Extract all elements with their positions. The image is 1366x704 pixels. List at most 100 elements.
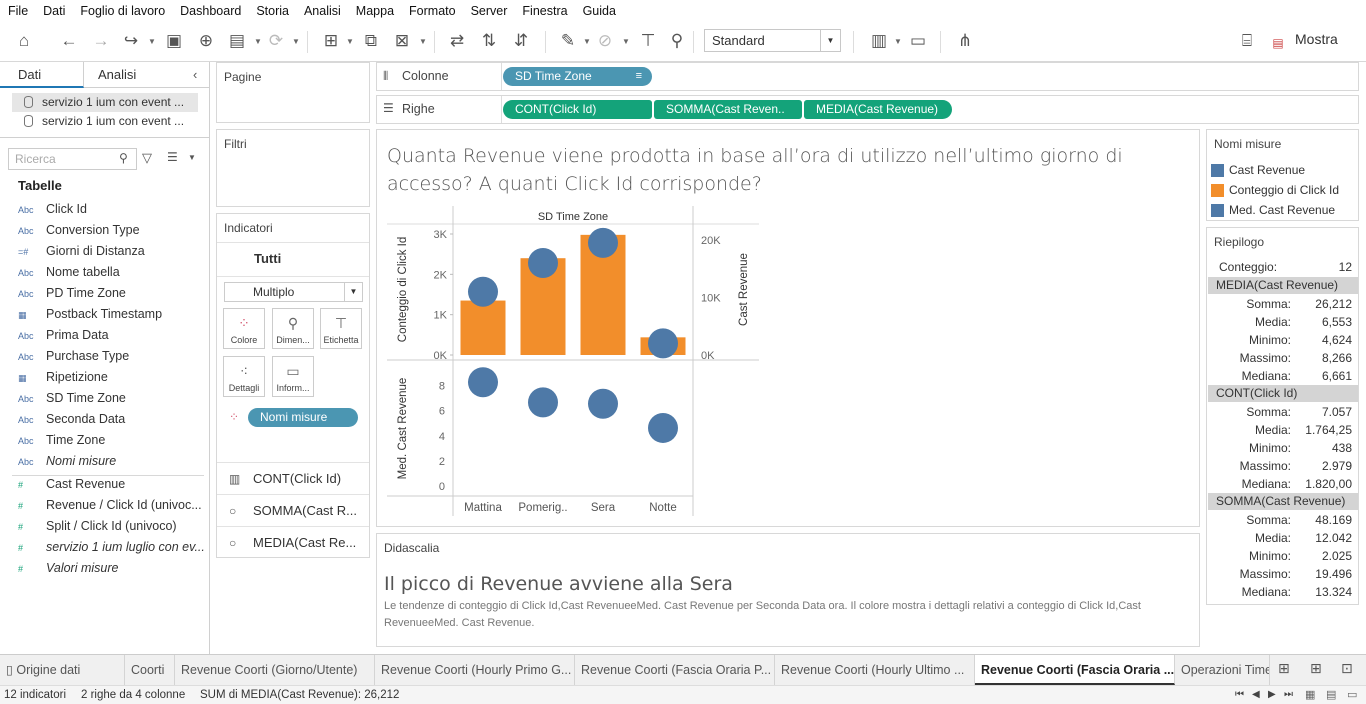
chevron-down-icon[interactable]: ▼ xyxy=(292,37,300,46)
menu-item[interactable]: Foglio di lavoro xyxy=(80,4,165,18)
field-item[interactable]: Abc Nome tabella xyxy=(18,262,206,282)
menu-item[interactable]: Mappa xyxy=(356,4,394,18)
datasource-item[interactable]: servizio 1 ium con event ... xyxy=(12,93,198,112)
columns-pill-sd-time-zone[interactable]: SD Time Zone ≡ xyxy=(503,67,652,86)
legend-item[interactable]: Conteggio di Click Id xyxy=(1211,180,1339,200)
label-button[interactable]: ⊤ Etichetta xyxy=(320,308,362,349)
field-item[interactable]: Abc Seconda Data xyxy=(18,409,206,429)
mark-type-select[interactable]: Multiplo ▼ xyxy=(224,282,363,302)
view-mode-select[interactable]: Standard ▼ xyxy=(704,29,841,52)
pages-card[interactable]: Pagine xyxy=(216,62,370,123)
field-item[interactable]: Abc Prima Data xyxy=(18,325,206,345)
prev-page-icon[interactable]: ◀ xyxy=(1252,686,1260,704)
field-item[interactable]: Abc Time Zone xyxy=(18,430,206,450)
presentation-icon[interactable]: ▭ xyxy=(907,30,929,52)
rows-pill-avg[interactable]: MEDIA(Cast Revenue) xyxy=(804,100,952,119)
tab-datasource[interactable]: ▯ Origine dati xyxy=(0,655,125,685)
filter-icon[interactable]: ▽ xyxy=(142,150,152,166)
field-item[interactable]: Abc Nomi misure xyxy=(18,451,206,471)
menu-item[interactable]: File xyxy=(8,4,28,18)
field-item[interactable]: Abc SD Time Zone xyxy=(18,388,206,408)
field-item[interactable]: ▦ Postback Timestamp xyxy=(18,304,206,324)
sheet-tab[interactable]: Revenue Coorti (Giorno/Utente) xyxy=(175,655,375,685)
field-item[interactable]: =# Giorni di Distanza xyxy=(18,241,206,261)
new-datasource-icon[interactable]: ⊕ xyxy=(195,30,217,52)
sheet-tab[interactable]: Revenue Coorti (Fascia Oraria P... xyxy=(575,655,775,685)
menu-item[interactable]: Guida xyxy=(583,4,616,18)
duplicate-sheet-icon[interactable]: ⧉ xyxy=(360,30,382,52)
field-item[interactable]: ▦ Ripetizione xyxy=(18,367,206,387)
save-icon[interactable]: ▣ xyxy=(163,30,185,52)
menu-item[interactable]: Finestra xyxy=(522,4,567,18)
menu-item[interactable]: Formato xyxy=(409,4,456,18)
share-icon[interactable]: ⋔ xyxy=(954,30,976,52)
new-story-icon[interactable]: ⊡ xyxy=(1341,660,1353,677)
rows-pill-sum[interactable]: SOMMA(Cast Reven.. xyxy=(654,100,802,119)
field-item[interactable]: # Valori misure xyxy=(18,558,206,578)
menu-item[interactable]: Analisi xyxy=(304,4,341,18)
sheet-tab[interactable]: Revenue Coorti (Fascia Oraria ... xyxy=(975,655,1175,685)
new-dashboard-icon[interactable]: ⊞ xyxy=(1310,660,1322,677)
pause-updates-icon[interactable]: ▤ xyxy=(226,30,248,52)
field-item[interactable]: Abc Click Id xyxy=(18,199,206,219)
color-pill[interactable]: Nomi misure xyxy=(248,408,358,427)
last-page-icon[interactable]: ⏭ xyxy=(1284,686,1293,704)
rows-shelf[interactable]: ☰ Righe CONT(Click Id) SOMMA(Cast Reven.… xyxy=(376,95,1359,124)
marks-row-sum[interactable]: ○ SOMMA(Cast R... xyxy=(217,494,369,526)
chevron-down-icon[interactable]: ▼ xyxy=(583,37,591,46)
chevron-down-icon[interactable]: ▼ xyxy=(188,153,196,162)
menu-item[interactable]: Server xyxy=(471,4,508,18)
tooltip-button[interactable]: ▭ Inform... xyxy=(272,356,314,397)
menu-item[interactable]: Dashboard xyxy=(180,4,241,18)
marks-all-tab[interactable]: Tutti xyxy=(254,251,281,266)
menu-item[interactable]: Storia xyxy=(256,4,289,18)
field-item[interactable]: # Revenue / Click Id (univoc... xyxy=(18,495,206,515)
sheet-tab[interactable]: Revenue Coorti (Hourly Primo G... xyxy=(375,655,575,685)
rows-pill-count[interactable]: CONT(Click Id) xyxy=(503,100,652,119)
new-sheet-icon[interactable]: ⊞ xyxy=(320,30,342,52)
sort-asc-icon[interactable]: ⇅ xyxy=(478,30,500,52)
labels-icon[interactable]: ⊤ xyxy=(637,30,659,52)
next-page-icon[interactable]: ▶ xyxy=(1268,686,1276,704)
sort-desc-icon[interactable]: ⇵ xyxy=(510,30,532,52)
chevron-down-icon[interactable]: ▼ xyxy=(419,37,427,46)
home-icon[interactable]: ⌂ xyxy=(13,30,35,52)
datasource-item[interactable]: servizio 1 ium con event ... xyxy=(12,112,198,131)
book-icon[interactable]: ⌸ xyxy=(1236,30,1258,52)
first-page-icon[interactable]: ⏮ xyxy=(1235,686,1244,704)
filmstrip-view-icon[interactable]: ▤ xyxy=(1326,686,1336,704)
chevron-down-icon[interactable]: ▼ xyxy=(346,37,354,46)
sheet-tab[interactable]: Operazioni Time xyxy=(1175,655,1270,685)
refresh-icon[interactable]: ⟳ xyxy=(265,30,287,52)
legend-item[interactable]: Cast Revenue xyxy=(1211,160,1305,180)
highlight-icon[interactable]: ✎ xyxy=(557,30,579,52)
tab-data[interactable]: Dati xyxy=(0,62,84,88)
tab-view-icon[interactable]: ▭ xyxy=(1347,686,1357,704)
field-item[interactable]: # Cast Revenue xyxy=(18,474,206,494)
chevron-down-icon[interactable]: ▼ xyxy=(894,37,902,46)
chevron-down-icon[interactable]: ▼ xyxy=(622,37,630,46)
marks-row-avg[interactable]: ○ MEDIA(Cast Re... xyxy=(217,526,369,558)
size-button[interactable]: ⚲ Dimen... xyxy=(272,308,314,349)
field-item[interactable]: # Split / Click Id (univoco) xyxy=(18,516,206,536)
pin-icon[interactable]: ⚲ xyxy=(666,30,688,52)
menu-item[interactable]: Dati xyxy=(43,4,65,18)
replay-icon[interactable]: ↪ xyxy=(120,30,142,52)
field-item[interactable]: Abc PD Time Zone xyxy=(18,283,206,303)
new-sheet-icon[interactable]: ⊞ xyxy=(1278,660,1290,677)
tab-analysis[interactable]: Analisi xyxy=(98,62,136,88)
detail-button[interactable]: ⁖ Dettagli xyxy=(223,356,265,397)
chevron-down-icon[interactable]: ▼ xyxy=(254,37,262,46)
marks-row-count[interactable]: ▥ CONT(Click Id) xyxy=(217,462,369,494)
collapse-icon[interactable]: ‹ xyxy=(193,62,197,88)
undo-icon[interactable]: ← xyxy=(58,30,80,52)
search-input[interactable]: Ricerca xyxy=(8,148,137,170)
field-item[interactable]: Abc Conversion Type xyxy=(18,220,206,240)
redo-icon[interactable]: → xyxy=(90,30,112,52)
swap-icon[interactable]: ⇄ xyxy=(446,30,468,52)
group-icon[interactable]: ⊘ xyxy=(594,30,616,52)
columns-shelf[interactable]: ⦀ Colonne SD Time Zone ≡ xyxy=(376,62,1359,91)
fit-icon[interactable]: ▥ xyxy=(868,30,890,52)
filters-card[interactable]: Filtri xyxy=(216,129,370,207)
color-button[interactable]: ⁘ Colore xyxy=(223,308,265,349)
